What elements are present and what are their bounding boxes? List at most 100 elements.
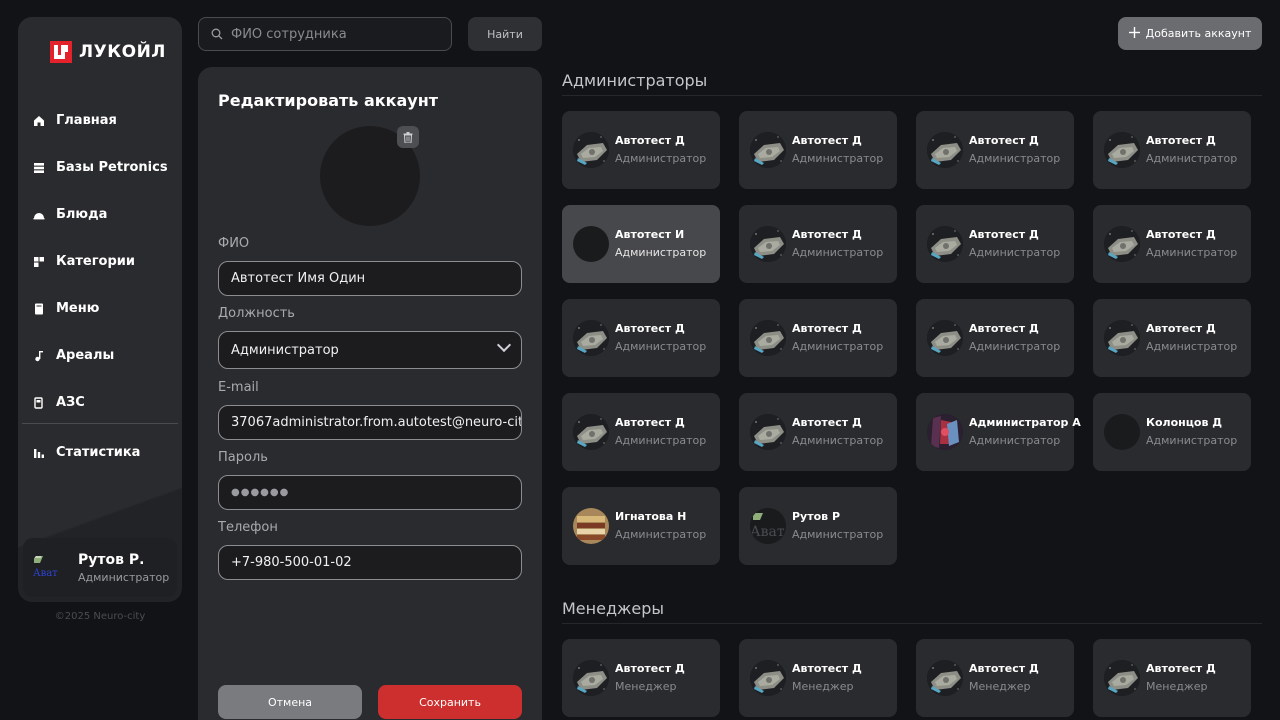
cancel-button[interactable]: Отмена bbox=[218, 685, 362, 719]
email-field[interactable] bbox=[231, 415, 521, 430]
account-name: Автотест Д bbox=[615, 416, 685, 429]
add-account-label: Добавить аккаунт bbox=[1145, 27, 1252, 40]
account-card[interactable]: Автотест Д Менеджер bbox=[562, 639, 720, 717]
account-name: Автотест Д bbox=[969, 134, 1039, 147]
user-profile-card[interactable]: Ават Рутов Р. Администратор bbox=[23, 538, 177, 597]
section-title-admins: Администраторы bbox=[562, 71, 708, 90]
sidebar-item-azs[interactable]: АЗС bbox=[18, 379, 182, 426]
account-role: Администратор bbox=[969, 246, 1061, 259]
avatar bbox=[927, 660, 963, 696]
sidebar: ЛУКОЙЛ Главная Базы Petronics Блюда Кате… bbox=[18, 17, 182, 602]
account-card[interactable]: Автотест Д Администратор bbox=[916, 111, 1074, 189]
account-card[interactable]: Автотест Д Менеджер bbox=[739, 639, 897, 717]
avatar bbox=[927, 132, 963, 168]
search-icon bbox=[211, 25, 223, 44]
copyright: ©2025 Neuro-city bbox=[54, 611, 146, 622]
password-label: Пароль bbox=[218, 450, 268, 465]
avatar bbox=[927, 226, 963, 262]
account-card[interactable]: Автотест Д Администратор bbox=[1093, 299, 1251, 377]
sidebar-item-databases[interactable]: Базы Petronics bbox=[18, 144, 182, 191]
account-card[interactable]: Автотест Д Администратор bbox=[562, 111, 720, 189]
account-role: Администратор bbox=[615, 152, 707, 165]
brand-logo[interactable]: ЛУКОЙЛ bbox=[50, 41, 166, 63]
avatar: Ават bbox=[750, 508, 786, 544]
avatar bbox=[573, 226, 609, 262]
account-role: Администратор bbox=[1146, 434, 1238, 447]
account-name: Автотест Д bbox=[792, 416, 862, 429]
account-name: Автотест Д bbox=[1146, 662, 1216, 675]
account-name: Рутов Р bbox=[792, 510, 841, 523]
search-input[interactable] bbox=[231, 26, 441, 42]
position-select[interactable]: Администратор bbox=[218, 331, 522, 369]
account-role: Менеджер bbox=[792, 680, 854, 693]
account-card[interactable]: Автотест Д Администратор bbox=[739, 299, 897, 377]
account-role: Администратор bbox=[969, 340, 1061, 353]
sidebar-item-areals[interactable]: Ареалы bbox=[18, 332, 182, 379]
account-card[interactable]: Автотест Д Администратор bbox=[916, 299, 1074, 377]
account-name: Игнатова Н bbox=[615, 510, 687, 523]
sidebar-item-categories[interactable]: Категории bbox=[18, 238, 182, 285]
lukoil-logo-icon bbox=[50, 41, 72, 63]
account-card[interactable]: Автотест Д Администратор bbox=[739, 393, 897, 471]
account-name: Автотест Д bbox=[792, 322, 862, 335]
avatar: Ават bbox=[31, 551, 65, 585]
add-account-button[interactable]: Добавить аккаунт bbox=[1118, 17, 1262, 50]
account-role: Администратор bbox=[1146, 340, 1238, 353]
account-card[interactable]: Колонцов Д Администратор bbox=[1093, 393, 1251, 471]
avatar bbox=[927, 320, 963, 356]
account-card[interactable]: Автотест Д Администратор bbox=[1093, 205, 1251, 283]
account-name: Автотест И bbox=[615, 228, 685, 241]
account-card[interactable]: Автотест И Администратор bbox=[562, 205, 720, 283]
avatar bbox=[927, 414, 963, 450]
account-card[interactable]: Автотест Д Менеджер bbox=[1093, 639, 1251, 717]
categories-icon bbox=[33, 256, 45, 268]
account-card[interactable]: Автотест Д Администратор bbox=[562, 299, 720, 377]
account-name: Автотест Д bbox=[969, 228, 1039, 241]
find-button[interactable]: Найти bbox=[468, 17, 542, 51]
account-role: Менеджер bbox=[615, 680, 677, 693]
sidebar-item-menu[interactable]: Меню bbox=[18, 285, 182, 332]
account-card[interactable]: Автотест Д Администратор bbox=[1093, 111, 1251, 189]
fio-field[interactable] bbox=[231, 271, 521, 286]
sidebar-item-statistics[interactable]: Статистика bbox=[18, 429, 182, 476]
avatar bbox=[573, 414, 609, 450]
profile-name: Рутов Р. bbox=[78, 551, 145, 568]
account-card[interactable]: Игнатова Н Администратор bbox=[562, 487, 720, 565]
account-name: Автотест Д bbox=[969, 662, 1039, 675]
sidebar-item-label: Меню bbox=[56, 301, 100, 316]
edit-panel-title: Редактировать аккаунт bbox=[218, 91, 439, 110]
account-card[interactable]: Автотест Д Менеджер bbox=[916, 639, 1074, 717]
search-bar bbox=[198, 17, 452, 51]
plus-icon bbox=[1128, 26, 1140, 41]
account-card[interactable]: Ават Рутов Р Администратор bbox=[739, 487, 897, 565]
account-name: Автотест Д bbox=[615, 322, 685, 335]
account-role: Администратор bbox=[792, 528, 884, 541]
account-role: Администратор bbox=[1146, 246, 1238, 259]
sidebar-item-label: Ареалы bbox=[56, 348, 115, 363]
account-role: Администратор bbox=[969, 434, 1061, 447]
password-field[interactable]: ●●●●●● bbox=[218, 475, 522, 510]
account-card[interactable]: Автотест Д Администратор bbox=[916, 205, 1074, 283]
fio-field-wrapper bbox=[218, 261, 522, 296]
account-role: Администратор bbox=[615, 246, 707, 259]
account-role: Администратор bbox=[792, 246, 884, 259]
home-icon bbox=[33, 115, 45, 127]
account-name: Автотест Д bbox=[792, 228, 862, 241]
phone-field[interactable] bbox=[231, 555, 521, 570]
account-name: Автотест Д bbox=[1146, 228, 1216, 241]
fio-label: ФИО bbox=[218, 236, 250, 251]
account-card[interactable]: Администратор А Администратор bbox=[916, 393, 1081, 471]
account-card[interactable]: Автотест Д Администратор bbox=[739, 205, 897, 283]
avatar bbox=[1104, 660, 1140, 696]
avatar bbox=[750, 414, 786, 450]
account-name: Администратор А bbox=[969, 416, 1081, 429]
account-card[interactable]: Автотест Д Администратор bbox=[562, 393, 720, 471]
save-button[interactable]: Сохранить bbox=[378, 685, 522, 719]
chevron-down-icon bbox=[496, 337, 512, 353]
sidebar-item-dishes[interactable]: Блюда bbox=[18, 191, 182, 238]
sidebar-secondary-nav: Статистика bbox=[18, 429, 182, 476]
account-card[interactable]: Автотест Д Администратор bbox=[739, 111, 897, 189]
sidebar-item-home[interactable]: Главная bbox=[18, 97, 182, 144]
fuel-station-icon bbox=[33, 396, 45, 409]
delete-avatar-button[interactable] bbox=[397, 126, 419, 148]
